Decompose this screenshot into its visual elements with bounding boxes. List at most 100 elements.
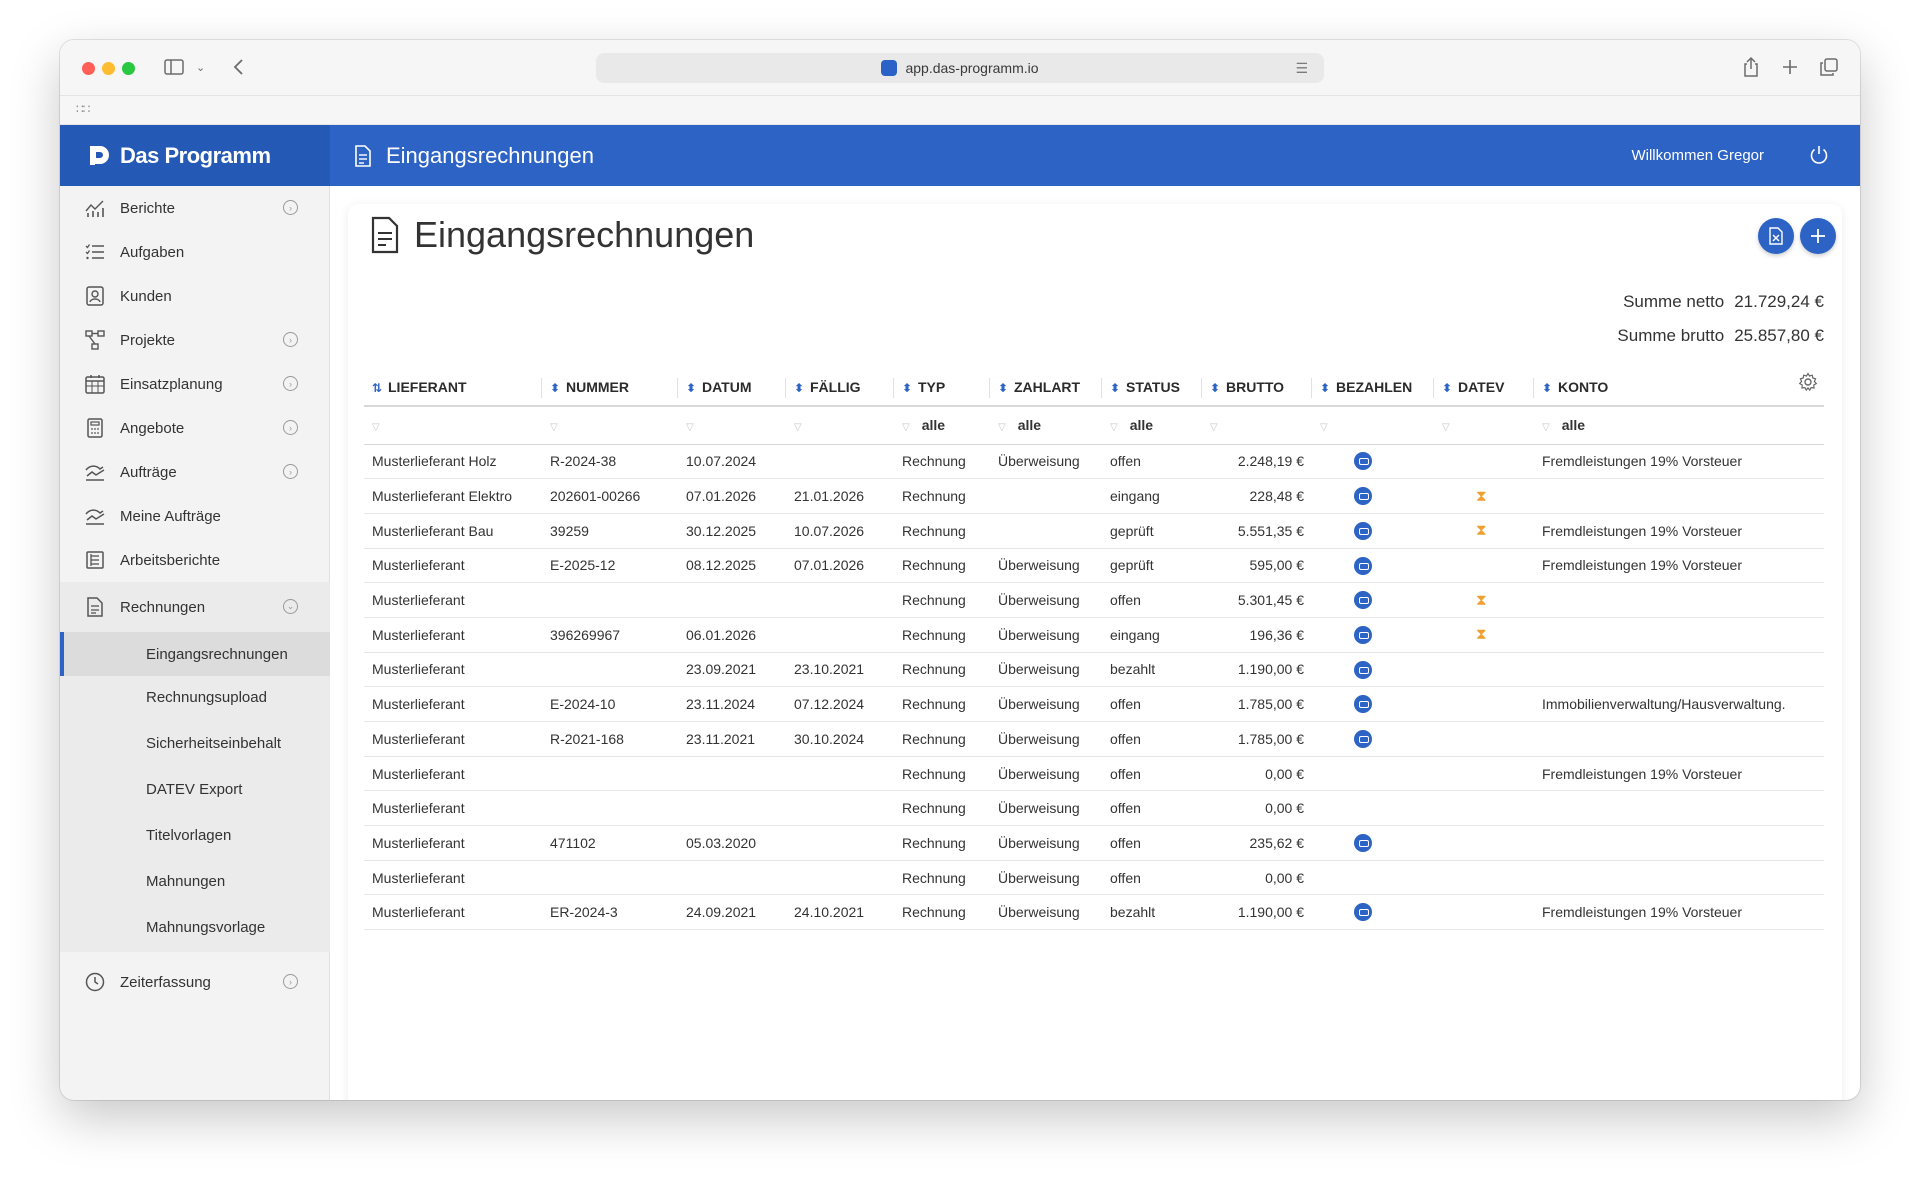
column-header-typ[interactable]: ⬍ TYP [894,368,990,407]
table-row[interactable]: Musterlieferant Bau 39259 30.12.2025 10.07.… [364,513,1824,549]
column-header-zahlart[interactable]: ⬍ ZAHLART [990,368,1102,407]
filter-datev[interactable]: ▽ [1434,406,1534,445]
sidebar-item-rechnungen[interactable]: Rechnungen ⌄ [60,582,330,632]
submenu-item-sicherheitseinbehalt[interactable]: Sicherheitseinbehalt [60,724,330,762]
cell-konto: Fremdleistungen 19% Vorsteuer [1534,894,1824,931]
filter-brutto[interactable]: ▽ [1202,406,1312,445]
cell-faellig: 21.01.2026 [786,478,894,514]
chevron-down-icon[interactable]: ⌄ [283,599,298,614]
column-header-lieferant[interactable]: ⇅ LIEFERANT [364,368,542,407]
pay-icon[interactable] [1354,660,1372,679]
close-window-button[interactable] [82,62,95,75]
pay-icon[interactable] [1354,556,1372,575]
submenu-item-titelvorlagen[interactable]: Titelvorlagen [60,816,330,854]
table-row[interactable]: Musterlieferant 23.09.2021 23.10.2021 Rechn… [364,652,1824,688]
cell-bezahlen [1312,825,1434,861]
column-header-faellig[interactable]: ⬍ FÄLLIG [786,368,894,407]
orders-icon [85,465,105,481]
pay-icon[interactable] [1354,487,1372,506]
cell-brutto: 235,62 € [1202,825,1312,861]
sidebar-item-zeiterfassung[interactable]: Zeiterfassung › [60,960,330,1004]
table-row[interactable]: Musterlieferant ER-2024-3 24.09.2021 24.10.… [364,894,1824,931]
filter-bezahlen[interactable]: ▽ [1312,406,1434,445]
pay-icon[interactable] [1354,834,1372,853]
filter-zahlart[interactable]: ▽ alle [990,406,1102,445]
submenu-item-rechnungsupload[interactable]: Rechnungsupload [60,678,330,716]
pay-icon[interactable] [1354,591,1372,610]
reader-icon[interactable]: ☰ [1295,60,1308,77]
column-header-datum[interactable]: ⬍ DATUM [678,368,786,407]
pay-icon[interactable] [1354,625,1372,644]
column-header-datev[interactable]: ⬍ DATEV [1434,368,1534,407]
chevron-right-icon[interactable]: › [283,974,298,989]
chevron-down-icon[interactable]: ⌄ [196,58,205,78]
table-row[interactable]: Musterlieferant Rechnung Überweisung offen 5… [364,582,1824,618]
power-icon[interactable] [1808,144,1830,166]
address-bar[interactable]: app.das-programm.io ☰ [596,53,1324,83]
table-row[interactable]: Musterlieferant Holz R-2024-38 10.07.2024 R… [364,444,1824,480]
pay-icon[interactable] [1354,521,1372,540]
filter-datum[interactable]: ▽ [678,406,786,445]
chevron-right-icon[interactable]: › [283,376,298,391]
sidebar-item-aufgaben[interactable]: Aufgaben [60,230,330,274]
submenu-item-mahnungsvorlage[interactable]: Mahnungsvorlage [60,908,330,946]
sidebar-item-meine-auftraege[interactable]: Meine Aufträge [60,494,330,538]
table-row[interactable]: Musterlieferant Elektro 202601-00266 07.01… [364,478,1824,514]
chevron-right-icon[interactable]: › [283,464,298,479]
pay-icon[interactable] [1354,695,1372,714]
cell-status: offen [1102,860,1202,896]
filter-icon: ▽ [1320,422,1328,434]
filter-faellig[interactable]: ▽ [786,406,894,445]
table-row[interactable]: Musterlieferant Rechnung Überweisung offen 0… [364,756,1824,792]
column-header-brutto[interactable]: ⬍ BRUTTO [1202,368,1312,407]
pay-icon[interactable] [1354,452,1372,471]
welcome-text: Willkommen Gregor [1631,147,1764,164]
table-row[interactable]: Musterlieferant Rechnung Überweisung offen 0… [364,860,1824,896]
sidebar-item-einsatzplanung[interactable]: Einsatzplanung › [60,362,330,406]
share-icon[interactable] [1742,56,1760,78]
filter-lieferant[interactable]: ▽ [364,406,542,445]
sidebar-item-arbeitsberichte[interactable]: Arbeitsberichte [60,538,330,582]
filter-nummer[interactable]: ▽ [542,406,678,445]
sidebar-item-projekte[interactable]: Projekte › [60,318,330,362]
filter-konto[interactable]: ▽ alle [1534,406,1824,445]
filter-typ[interactable]: ▽ alle [894,406,990,445]
column-header-nummer[interactable]: ⬍ NUMMER [542,368,678,407]
sidebar-item-angebote[interactable]: Angebote › [60,406,330,450]
sidebar-toggle-icon[interactable] [164,58,184,76]
sidebar-item-auftraege[interactable]: Aufträge › [60,450,330,494]
chevron-right-icon[interactable]: › [283,420,298,435]
sidebar-item-label: Zeiterfassung [120,973,211,991]
table-row[interactable]: Musterlieferant E-2025-12 08.12.2025 07.01.… [364,548,1824,584]
maximize-window-button[interactable] [122,62,135,75]
submenu-item-mahnungen[interactable]: Mahnungen [60,862,330,900]
apps-grid-icon[interactable]: ∷∷ [76,102,90,116]
add-invoice-button[interactable] [1800,218,1836,254]
sidebar-item-berichte[interactable]: Berichte › [60,186,330,230]
submenu-item-datev-export[interactable]: DATEV Export [60,770,330,808]
minimize-window-button[interactable] [102,62,115,75]
table-row[interactable]: Musterlieferant R-2021-168 23.11.2021 30.10… [364,721,1824,757]
table-row[interactable]: Musterlieferant Rechnung Überweisung offen 0… [364,790,1824,827]
cell-datum [678,790,786,827]
new-tab-icon[interactable] [1782,59,1798,75]
table-row[interactable]: Musterlieferant E-2024-10 23.11.2024 07.12.… [364,686,1824,722]
sidebar-item-kunden[interactable]: Kunden [60,274,330,318]
pay-icon[interactable] [1354,729,1372,748]
export-excel-button[interactable] [1758,218,1794,254]
filter-status[interactable]: ▽ alle [1102,406,1202,445]
pay-icon[interactable] [1354,903,1372,922]
cell-zahlart: Überweisung [990,582,1102,618]
column-header-status[interactable]: ⬍ STATUS [1102,368,1202,407]
table-row[interactable]: Musterlieferant 471102 05.03.2020 Rechnung Ü… [364,825,1824,861]
brand-logo[interactable]: Das Programm [60,125,330,186]
chevron-right-icon[interactable]: › [283,332,298,347]
chevron-right-icon[interactable]: › [283,200,298,215]
table-row[interactable]: Musterlieferant 396269967 06.01.2026 Rechnu… [364,617,1824,653]
column-header-konto[interactable]: ⬍ KONTO [1534,368,1824,407]
summary-brutto-label: Summe brutto [1617,326,1725,345]
column-header-bezahlen[interactable]: ⬍ BEZAHLEN [1312,368,1434,407]
back-icon[interactable] [232,58,246,76]
submenu-item-eingangsrechnungen[interactable]: Eingangsrechnungen [60,632,330,676]
tab-overview-icon[interactable] [1820,58,1838,76]
